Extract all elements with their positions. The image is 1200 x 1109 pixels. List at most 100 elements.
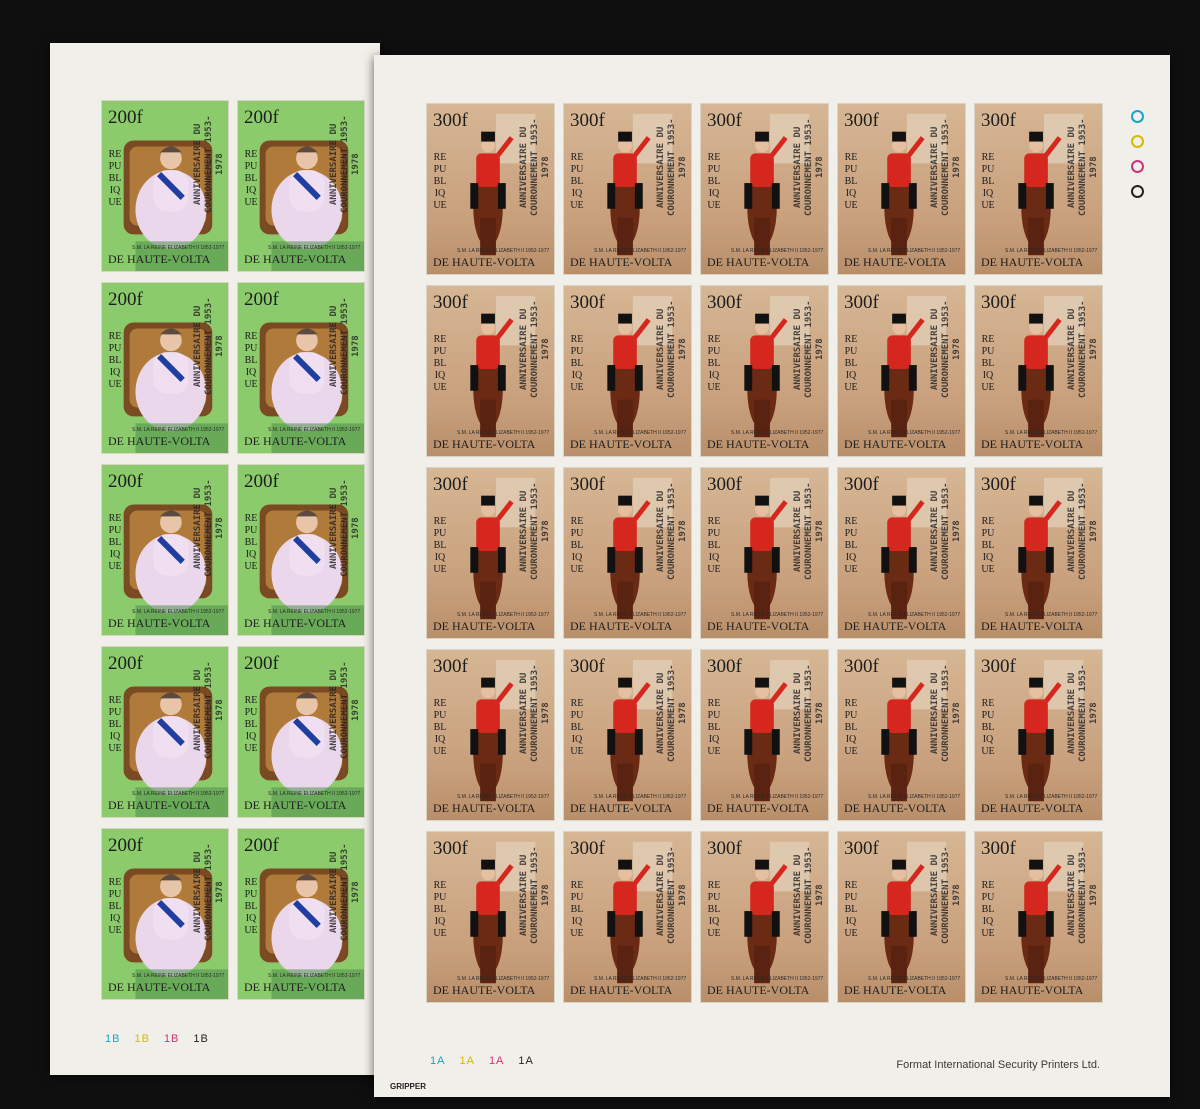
- stamp-republique: REPUBLIQUE: [108, 695, 122, 754]
- stamp-caption: S.M. LA REINE ELIZABETH II 1952-1977: [731, 976, 824, 982]
- stamp-value: 300f: [981, 110, 1016, 131]
- stamp-value: 300f: [707, 838, 742, 859]
- stamp: 300f REPUBLIQUE ANNIVERSAIRE DU COURONNEME…: [426, 467, 555, 639]
- stamp-country: DE HAUTE-VOLTA: [981, 801, 1084, 815]
- stamp-country: DE HAUTE-VOLTA: [433, 437, 536, 451]
- stamp-sheet-300f: 300f REPUBLIQUE ANNIVERSAIRE DU COURONNEME…: [374, 55, 1170, 1097]
- stamp-republique: REPUBLIQUE: [433, 516, 447, 575]
- stamp-caption: S.M. LA REINE ELIZABETH II 1952-1977: [594, 976, 687, 982]
- plate-numbers-left: 1B 1B 1B 1B: [105, 1033, 223, 1045]
- stamp: 300f REPUBLIQUE ANNIVERSAIRE DU COURONNEME…: [700, 285, 829, 457]
- stamp-overprint: ANNIVERSAIRE DU COURONNEMENT 1953-1978: [193, 297, 225, 395]
- stamp-value: 300f: [570, 474, 605, 495]
- stamp-country: DE HAUTE-VOLTA: [570, 255, 673, 269]
- stamp-overprint: ANNIVERSAIRE DU COURONNEMENT 1953-1978: [329, 297, 361, 395]
- stamp-overprint: ANNIVERSAIRE DU COURONNEMENT 1953-1978: [329, 115, 361, 213]
- stamp-country: DE HAUTE-VOLTA: [707, 801, 810, 815]
- stamp-value: 300f: [570, 656, 605, 677]
- stamp-caption: S.M. LA REINE ELIZABETH II 1952-1977: [268, 427, 361, 433]
- stamp-caption: S.M. LA REINE ELIZABETH II 1952-1977: [132, 609, 225, 615]
- stamp-republique: REPUBLIQUE: [981, 516, 995, 575]
- stamp-caption: S.M. LA REINE ELIZABETH II 1952-1977: [868, 248, 961, 254]
- stamp: 200f REPUBLIQUE ANNIVERSAIRE DU COURONNEME…: [237, 464, 365, 636]
- stamp: 300f REPUBLIQUE ANNIVERSAIRE DU COURONNEME…: [700, 467, 829, 639]
- stamp-overprint: ANNIVERSAIRE DU COURONNEMENT 1953-1978: [193, 115, 225, 213]
- stamp: 300f REPUBLIQUE ANNIVERSAIRE DU COURONNEME…: [700, 649, 829, 821]
- stamp-caption: S.M. LA REINE ELIZABETH II 1952-1977: [1005, 794, 1098, 800]
- plate-number: 1A: [430, 1055, 446, 1067]
- stamp-country: DE HAUTE-VOLTA: [844, 437, 947, 451]
- stamp: 300f REPUBLIQUE ANNIVERSAIRE DU COURONNEME…: [700, 103, 829, 275]
- stamp-value: 300f: [844, 838, 879, 859]
- stamp-country: DE HAUTE-VOLTA: [108, 798, 211, 812]
- stamp-country: DE HAUTE-VOLTA: [707, 255, 810, 269]
- stamp-republique: REPUBLIQUE: [108, 877, 122, 936]
- stamp-country: DE HAUTE-VOLTA: [570, 801, 673, 815]
- stamp-value: 300f: [844, 292, 879, 313]
- registration-marks: [1131, 110, 1145, 210]
- stamp-caption: S.M. LA REINE ELIZABETH II 1952-1977: [868, 794, 961, 800]
- registration-mark: [1131, 110, 1144, 123]
- stamp: 300f REPUBLIQUE ANNIVERSAIRE DU COURONNEME…: [837, 467, 966, 639]
- stamp-country: DE HAUTE-VOLTA: [244, 434, 347, 448]
- stamp-republique: REPUBLIQUE: [707, 334, 721, 393]
- stamp: 300f REPUBLIQUE ANNIVERSAIRE DU COURONNEME…: [837, 285, 966, 457]
- stamp-overprint: ANNIVERSAIRE DU COURONNEMENT 1953-1978: [329, 843, 361, 941]
- stamp-caption: S.M. LA REINE ELIZABETH II 1952-1977: [132, 973, 225, 979]
- stamp-republique: REPUBLIQUE: [844, 880, 858, 939]
- stamp: 200f REPUBLIQUE ANNIVERSAIRE DU COURONNEME…: [101, 464, 229, 636]
- plate-number: 1B: [105, 1033, 121, 1045]
- stamp-country: DE HAUTE-VOLTA: [981, 255, 1084, 269]
- stamp-country: DE HAUTE-VOLTA: [433, 619, 536, 633]
- stamp-caption: S.M. LA REINE ELIZABETH II 1952-1977: [457, 612, 550, 618]
- stamp-sheet-200f: 200f REPUBLIQUE ANNIVERSAIRE DU COURONNEME…: [50, 43, 380, 1075]
- stamp-republique: REPUBLIQUE: [108, 513, 122, 572]
- stamp-caption: S.M. LA REINE ELIZABETH II 1952-1977: [868, 430, 961, 436]
- stamp-overprint: ANNIVERSAIRE DU COURONNEMENT 1953-1978: [793, 482, 825, 580]
- stamp-republique: REPUBLIQUE: [570, 152, 584, 211]
- stamp-overprint: ANNIVERSAIRE DU COURONNEMENT 1953-1978: [656, 482, 688, 580]
- stamp-overprint: ANNIVERSAIRE DU COURONNEMENT 1953-1978: [193, 479, 225, 577]
- stamp-caption: S.M. LA REINE ELIZABETH II 1952-1977: [457, 976, 550, 982]
- registration-mark: [1131, 185, 1144, 198]
- stamp: 200f REPUBLIQUE ANNIVERSAIRE DU COURONNEME…: [237, 100, 365, 272]
- stamp-country: DE HAUTE-VOLTA: [707, 619, 810, 633]
- stamp-value: 300f: [707, 110, 742, 131]
- stamp-overprint: ANNIVERSAIRE DU COURONNEMENT 1953-1978: [793, 664, 825, 762]
- stamp-caption: S.M. LA REINE ELIZABETH II 1952-1977: [731, 248, 824, 254]
- stamp-grid-right: 300f REPUBLIQUE ANNIVERSAIRE DU COURONNEME…: [426, 103, 1103, 1003]
- stamp: 200f REPUBLIQUE ANNIVERSAIRE DU COURONNEME…: [101, 282, 229, 454]
- stamp-value: 200f: [108, 471, 143, 492]
- stamp-overprint: ANNIVERSAIRE DU COURONNEMENT 1953-1978: [793, 118, 825, 216]
- stamp-republique: REPUBLIQUE: [981, 152, 995, 211]
- stamp-republique: REPUBLIQUE: [981, 880, 995, 939]
- registration-mark: [1131, 135, 1144, 148]
- gripper-label: GRIPPER: [390, 1082, 427, 1091]
- stamp-caption: S.M. LA REINE ELIZABETH II 1952-1977: [268, 609, 361, 615]
- stamp-value: 200f: [108, 653, 143, 674]
- stamp-overprint: ANNIVERSAIRE DU COURONNEMENT 1953-1978: [1067, 846, 1099, 944]
- stamp-overprint: ANNIVERSAIRE DU COURONNEMENT 1953-1978: [656, 664, 688, 762]
- stamp-value: 200f: [108, 289, 143, 310]
- stamp-overprint: ANNIVERSAIRE DU COURONNEMENT 1953-1978: [793, 300, 825, 398]
- stamp-overprint: ANNIVERSAIRE DU COURONNEMENT 1953-1978: [930, 664, 962, 762]
- stamp-caption: S.M. LA REINE ELIZABETH II 1952-1977: [457, 794, 550, 800]
- stamp-overprint: ANNIVERSAIRE DU COURONNEMENT 1953-1978: [1067, 664, 1099, 762]
- stamp-country: DE HAUTE-VOLTA: [844, 619, 947, 633]
- stamp: 300f REPUBLIQUE ANNIVERSAIRE DU COURONNEME…: [563, 831, 692, 1003]
- stamp-republique: REPUBLIQUE: [244, 513, 258, 572]
- stamp-overprint: ANNIVERSAIRE DU COURONNEMENT 1953-1978: [519, 664, 551, 762]
- plate-number: 1B: [163, 1033, 180, 1045]
- stamp-caption: S.M. LA REINE ELIZABETH II 1952-1977: [268, 245, 361, 251]
- stamp-republique: REPUBLIQUE: [570, 334, 584, 393]
- registration-mark: [1131, 160, 1144, 173]
- stamp-value: 300f: [981, 292, 1016, 313]
- stamp-value: 300f: [433, 656, 468, 677]
- stamp-country: DE HAUTE-VOLTA: [570, 983, 673, 997]
- stamp-caption: S.M. LA REINE ELIZABETH II 1952-1977: [457, 248, 550, 254]
- stamp-caption: S.M. LA REINE ELIZABETH II 1952-1977: [1005, 976, 1098, 982]
- stamp-country: DE HAUTE-VOLTA: [981, 983, 1084, 997]
- plate-number: 1A: [459, 1055, 475, 1067]
- stamp-country: DE HAUTE-VOLTA: [981, 619, 1084, 633]
- stamp: 200f REPUBLIQUE ANNIVERSAIRE DU COURONNEME…: [101, 646, 229, 818]
